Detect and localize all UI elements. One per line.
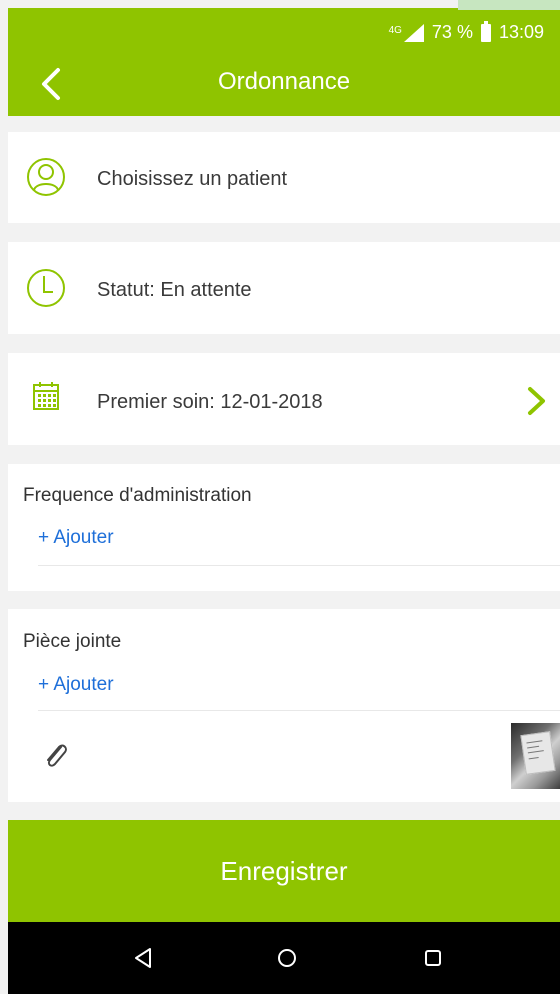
add-frequency-button[interactable]: + Ajouter xyxy=(38,527,114,549)
clock-icon xyxy=(27,269,65,307)
signal-indicator: 4G xyxy=(388,23,424,42)
patient-label: Choisissez un patient xyxy=(97,168,288,190)
status-bar: 4G 73 % 13:09 xyxy=(388,20,544,43)
status-label: Statut: En attente xyxy=(97,279,252,301)
frequency-title: Frequence d'administration xyxy=(23,485,252,506)
signal-icon xyxy=(403,23,424,42)
patient-selector-row[interactable]: Choisissez un patient xyxy=(8,132,560,223)
divider xyxy=(38,565,560,566)
add-attachment-button[interactable]: + Ajouter xyxy=(38,674,114,696)
divider xyxy=(38,710,560,711)
status-row: Statut: En attente xyxy=(8,242,560,334)
status-bar-corner xyxy=(458,0,560,10)
attachment-title: Pièce jointe xyxy=(23,631,122,652)
first-care-row[interactable]: Premier soin: 12-01-2018 xyxy=(8,353,560,445)
nav-recents-icon[interactable] xyxy=(421,946,445,970)
first-care-label: Premier soin: 12-01-2018 xyxy=(97,391,323,413)
navigation-bar xyxy=(8,922,560,994)
nav-home-icon[interactable] xyxy=(275,946,299,970)
page-title: Ordonnance xyxy=(217,68,351,95)
calendar-icon xyxy=(33,382,59,410)
battery-icon xyxy=(480,20,491,42)
document-photo xyxy=(520,731,556,775)
battery-percent: 73 % xyxy=(431,22,473,42)
attachment-thumbnail[interactable] xyxy=(511,723,560,789)
network-type: 4G xyxy=(388,24,402,36)
frequency-section: Frequence d'administration + Ajouter xyxy=(8,464,560,591)
attachment-section: Pièce jointe + Ajouter xyxy=(8,609,560,802)
clock-time: 13:09 xyxy=(498,22,544,42)
app-bar: 4G 73 % 13:09 Ordonnance xyxy=(8,0,560,116)
save-button[interactable]: Enregistrer xyxy=(8,820,560,922)
user-icon xyxy=(27,158,65,196)
nav-back-icon[interactable] xyxy=(132,946,156,970)
chevron-right-icon[interactable] xyxy=(526,386,548,416)
paperclip-icon[interactable] xyxy=(42,740,70,772)
